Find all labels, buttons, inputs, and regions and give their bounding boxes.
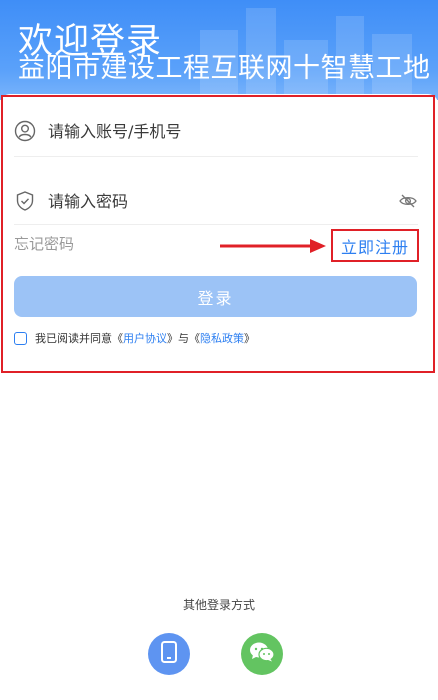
forgot-password-link[interactable]: 忘记密码 bbox=[14, 233, 74, 254]
register-link[interactable]: 立即注册 bbox=[331, 229, 419, 262]
eye-off-icon[interactable] bbox=[398, 191, 418, 211]
quote-close: 》 bbox=[244, 332, 255, 345]
other-login-title: 其他登录方式 bbox=[182, 598, 255, 612]
wechat-login-button[interactable] bbox=[241, 633, 283, 675]
user-agreement-link[interactable]: 用户协议 bbox=[123, 330, 167, 346]
divider bbox=[14, 224, 418, 225]
shield-check-icon bbox=[14, 190, 36, 212]
user-icon bbox=[14, 120, 36, 142]
agreement-text: 我已阅读并同意 bbox=[35, 332, 112, 345]
quote-open: 《 bbox=[189, 332, 200, 345]
header-banner: 欢迎登录 益阳市建设工程互联网十智慧工地 bbox=[0, 0, 438, 100]
login-button[interactable]: 登录 bbox=[14, 276, 417, 317]
phone-login-button[interactable] bbox=[148, 633, 190, 675]
agreement-checkbox[interactable] bbox=[14, 331, 27, 345]
account-field[interactable] bbox=[14, 114, 418, 148]
wechat-icon bbox=[249, 641, 275, 667]
privacy-policy-link[interactable]: 隐私政策 bbox=[200, 330, 244, 346]
page-subtitle: 益阳市建设工程互联网十智慧工地 bbox=[18, 53, 431, 84]
quote-open: 《 bbox=[112, 332, 123, 345]
divider bbox=[14, 156, 418, 157]
agreement-row: 我已阅读并同意 《 用户协议 》 与 《 隐私政策 》 bbox=[14, 329, 255, 347]
agreement-conjunction: 与 bbox=[178, 332, 189, 345]
password-input[interactable] bbox=[48, 191, 348, 211]
annotation-arrow bbox=[220, 239, 326, 253]
account-input[interactable] bbox=[48, 121, 348, 141]
quote-close: 》 bbox=[167, 332, 178, 345]
password-field[interactable] bbox=[14, 184, 418, 218]
phone-icon bbox=[160, 641, 178, 667]
